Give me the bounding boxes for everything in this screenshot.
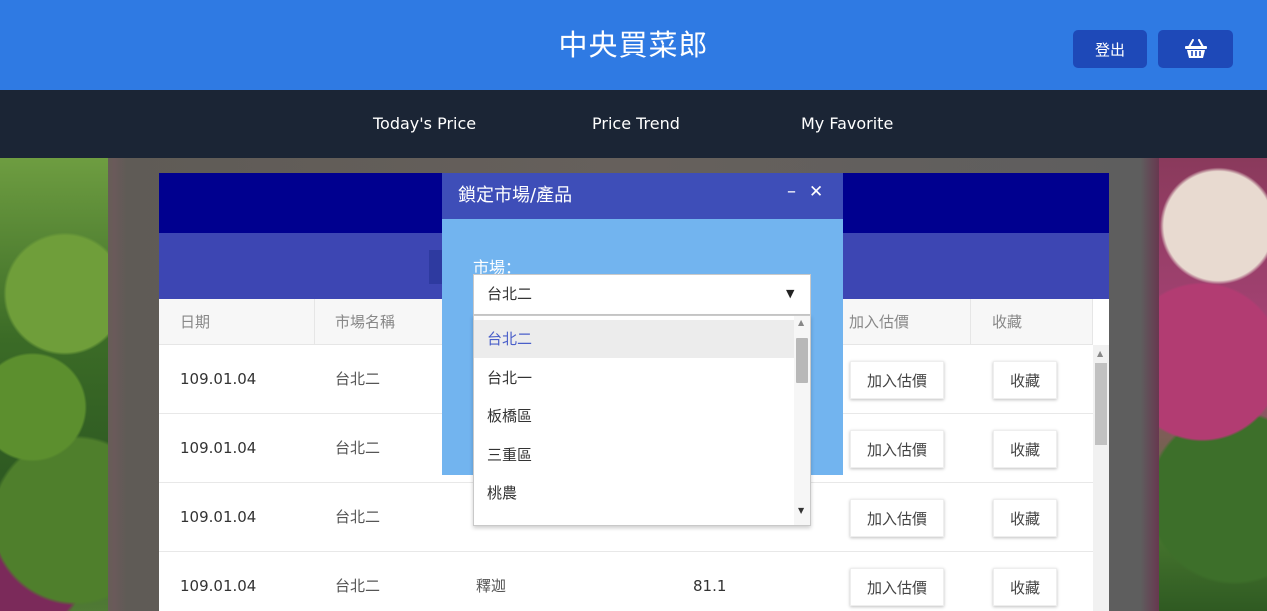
add-estimate-button[interactable]: 加入估價 — [850, 568, 944, 606]
nav-my-favorite[interactable]: My Favorite — [801, 90, 893, 158]
market-select-value: 台北二 — [487, 285, 533, 303]
modal-header: 鎖定市場/產品 – ✕ — [442, 173, 843, 219]
table-row: 109.01.04 台北二 釋迦 81.1 加入估價 收藏 — [159, 552, 1093, 611]
market-option[interactable]: 台北一 — [474, 359, 794, 397]
add-estimate-button[interactable]: 加入估價 — [850, 361, 944, 399]
cart-button[interactable] — [1158, 30, 1233, 68]
cell-price: 81.1 — [693, 577, 727, 595]
cell-market: 台北二 — [335, 439, 381, 457]
caret-down-icon: ▼ — [786, 287, 795, 300]
cell-product: 釋迦 — [476, 577, 507, 595]
basket-icon — [1184, 39, 1207, 58]
favorite-button[interactable]: 收藏 — [993, 499, 1057, 537]
scrollbar-thumb[interactable] — [796, 338, 808, 383]
scroll-up-arrow-icon[interactable]: ▲ — [1097, 349, 1103, 358]
market-option[interactable]: 桃農 — [474, 474, 794, 512]
minimize-icon[interactable]: – — [787, 181, 796, 202]
table-scrollbar[interactable]: ▲ — [1093, 345, 1109, 611]
cell-date: 109.01.04 — [180, 577, 257, 595]
market-dropdown-list: 台北二 台北一 板橋區 三重區 桃農 ▲ ▼ — [473, 315, 811, 526]
favorite-button[interactable]: 收藏 — [993, 361, 1057, 399]
market-select[interactable]: 台北二 ▼ — [473, 274, 811, 315]
close-icon[interactable]: ✕ — [809, 182, 823, 202]
scrollbar-thumb[interactable] — [1095, 363, 1107, 445]
col-divider — [1092, 299, 1093, 345]
col-favorite: 收藏 — [992, 313, 1023, 331]
col-divider — [970, 299, 971, 345]
favorite-button[interactable]: 收藏 — [993, 430, 1057, 468]
dropdown-scrollbar[interactable]: ▲ ▼ — [794, 316, 810, 525]
cell-date: 109.01.04 — [180, 439, 257, 457]
cell-market: 台北二 — [335, 508, 381, 526]
col-date: 日期 — [180, 313, 211, 331]
modal-title: 鎖定市場/產品 — [458, 185, 573, 206]
nav-price-trend[interactable]: Price Trend — [592, 90, 680, 158]
market-option[interactable]: 板橋區 — [474, 397, 794, 435]
cell-market: 台北二 — [335, 577, 381, 595]
col-market: 市場名稱 — [335, 313, 396, 331]
add-estimate-button[interactable]: 加入估價 — [850, 430, 944, 468]
top-header: 中央買菜郎 登出 — [0, 0, 1267, 90]
market-option[interactable]: 台北二 — [474, 320, 794, 358]
main-nav: Today's Price Price Trend My Favorite — [0, 90, 1267, 158]
vegetables-left-image — [0, 158, 108, 611]
nav-todays-price[interactable]: Today's Price — [373, 90, 476, 158]
favorite-button[interactable]: 收藏 — [993, 568, 1057, 606]
add-estimate-button[interactable]: 加入估價 — [850, 499, 944, 537]
cell-date: 109.01.04 — [180, 370, 257, 388]
logout-button[interactable]: 登出 — [1073, 30, 1147, 68]
cell-date: 109.01.04 — [180, 508, 257, 526]
cell-market: 台北二 — [335, 370, 381, 388]
scroll-up-arrow-icon[interactable]: ▲ — [798, 318, 804, 327]
market-option[interactable]: 三重區 — [474, 436, 794, 474]
col-add-estimate: 加入估價 — [849, 313, 910, 331]
vegetables-right-image — [1159, 158, 1267, 611]
scroll-down-arrow-icon[interactable]: ▼ — [798, 506, 804, 515]
col-divider — [314, 299, 315, 345]
